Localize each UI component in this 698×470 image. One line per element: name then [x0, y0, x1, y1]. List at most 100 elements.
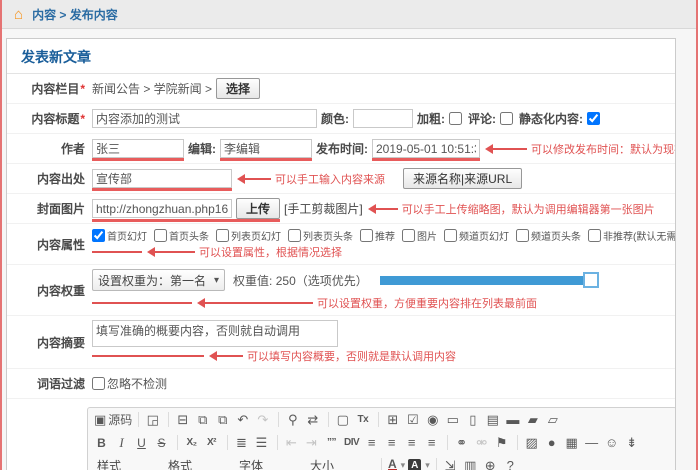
checkbox-input[interactable] — [516, 229, 529, 242]
title-input[interactable] — [92, 109, 317, 128]
div-container-icon[interactable]: DIV — [343, 434, 362, 451]
toolbar-separator — [278, 412, 279, 427]
paste-icon[interactable]: ⧉ — [194, 411, 213, 428]
image-button-icon[interactable]: ▰ — [524, 411, 543, 428]
breadcrumb[interactable]: 内容 > 发布内容 — [32, 6, 118, 23]
ignore-check-checkbox[interactable]: 忽略不检测 — [92, 375, 167, 392]
summary-textarea[interactable]: 填写准确的概要内容，否则就自动调用 — [92, 320, 338, 347]
flash-icon[interactable]: ● — [543, 434, 562, 451]
cover-url-input[interactable] — [92, 199, 232, 218]
weight-slider-handle[interactable] — [583, 272, 599, 288]
bg-color-icon[interactable]: A — [407, 457, 431, 470]
paste-from-word-icon[interactable]: ⧉ — [214, 411, 233, 428]
unlink-icon[interactable]: ⚮ — [473, 434, 492, 451]
radio-icon[interactable]: ◉ — [424, 411, 443, 428]
checkbox-input[interactable] — [288, 229, 301, 242]
checkbox-input[interactable] — [360, 229, 373, 242]
size-combo[interactable]: 大小 — [306, 457, 376, 470]
preview-icon[interactable]: ◲ — [144, 411, 163, 428]
styles-combo[interactable]: 样式 — [93, 457, 163, 470]
undo-icon[interactable]: ↶ — [234, 411, 253, 428]
templates-icon[interactable]: ⊟ — [174, 411, 193, 428]
blockquote-icon[interactable]: ”” — [323, 434, 342, 451]
upload-button[interactable]: 上传 — [236, 198, 280, 219]
form-icon[interactable]: ⊞ — [384, 411, 403, 428]
text-color-icon[interactable]: A — [387, 457, 406, 470]
image-icon[interactable]: ▨ — [523, 434, 542, 451]
checkbox-input[interactable] — [154, 229, 167, 242]
checkbox-input[interactable] — [444, 229, 457, 242]
align-right-icon[interactable]: ≡ — [403, 434, 422, 451]
maximize-icon[interactable]: ⇲ — [442, 457, 461, 470]
checkbox-label: 列表页头条 — [303, 228, 353, 243]
align-center-icon[interactable]: ≡ — [383, 434, 402, 451]
horizontal-rule-icon[interactable]: ― — [583, 434, 602, 451]
select-all-icon[interactable]: ▢ — [334, 411, 353, 428]
checkbox-input[interactable] — [588, 229, 601, 242]
weight-select[interactable]: 设置权重为：第一名 — [92, 269, 225, 291]
show-blocks-icon[interactable]: ▥ — [462, 457, 481, 470]
home-icon[interactable]: ⌂ — [14, 7, 23, 22]
strikethrough-icon[interactable]: S — [153, 434, 172, 451]
content-attribute-checkbox[interactable]: 首页头条 — [154, 228, 209, 243]
format-combo[interactable]: 格式 — [164, 457, 234, 470]
indent-icon[interactable]: ⇥ — [303, 434, 322, 451]
content-attribute-checkbox[interactable]: 频道页幻灯 — [444, 228, 509, 243]
about-icon[interactable]: ? — [502, 457, 521, 470]
source-url-button[interactable]: 来源名称|来源URL — [403, 168, 522, 189]
numbered-list-icon[interactable]: ≣ — [233, 434, 252, 451]
content-attribute-checkbox[interactable]: 首页幻灯 — [92, 228, 147, 243]
smiley-icon[interactable]: ☺ — [603, 434, 622, 451]
globe-icon[interactable]: ⊕ — [482, 457, 501, 470]
outdent-icon[interactable]: ⇤ — [283, 434, 302, 451]
anchor-icon[interactable]: ⚑ — [493, 434, 512, 451]
align-left-icon[interactable]: ≡ — [363, 434, 382, 451]
source-input[interactable] — [92, 169, 232, 188]
checkbox-input[interactable] — [402, 229, 415, 242]
underline-icon[interactable]: U — [133, 434, 152, 451]
text-field-icon[interactable]: ▭ — [444, 411, 463, 428]
replace-icon[interactable]: ⇄ — [304, 411, 323, 428]
static-content-checkbox[interactable] — [587, 112, 600, 125]
weight-slider-bar[interactable] — [380, 276, 585, 285]
content-attribute-checkbox[interactable]: 列表页头条 — [288, 228, 353, 243]
checkbox-icon[interactable]: ☑ — [404, 411, 423, 428]
redo-icon[interactable]: ↷ — [254, 411, 273, 428]
bold-checkbox[interactable] — [449, 112, 462, 125]
checkbox-input[interactable] — [92, 229, 105, 242]
font-combo[interactable]: 字体 — [235, 457, 305, 470]
comment-checkbox[interactable] — [500, 112, 513, 125]
hidden-field-icon[interactable]: ▱ — [544, 411, 563, 428]
checkbox-label: 频道页头条 — [531, 228, 581, 243]
button-icon[interactable]: ▬ — [504, 411, 523, 428]
link-icon[interactable]: ⚭ — [453, 434, 472, 451]
source-icon[interactable]: ▣源码 — [93, 411, 133, 428]
textarea-icon[interactable]: ▯ — [464, 411, 483, 428]
select-category-button[interactable]: 选择 — [216, 78, 260, 99]
align-justify-icon[interactable]: ≡ — [423, 434, 442, 451]
page-break-icon[interactable]: ⇟ — [623, 434, 642, 451]
annotation-arrow — [205, 302, 313, 304]
color-input[interactable] — [353, 109, 413, 128]
italic-icon[interactable]: I — [113, 434, 132, 451]
bold-icon[interactable]: B — [93, 434, 112, 451]
remove-format-icon[interactable]: Tx — [354, 411, 373, 428]
editor-input[interactable] — [220, 139, 312, 158]
author-input[interactable] — [92, 139, 184, 158]
content-attribute-checkbox[interactable]: 频道页头条 — [516, 228, 581, 243]
find-icon[interactable]: ⚲ — [284, 411, 303, 428]
left-edge-line — [0, 0, 2, 470]
select-field-icon[interactable]: ▤ — [484, 411, 503, 428]
content-attribute-checkbox[interactable]: 推荐 — [360, 228, 395, 243]
bulleted-list-icon[interactable]: ☰ — [253, 434, 272, 451]
publish-time-input[interactable] — [372, 139, 480, 158]
subscript-icon[interactable]: X₂ — [183, 434, 202, 451]
content-attribute-checkbox[interactable]: 列表页幻灯 — [216, 228, 281, 243]
content-attribute-checkbox[interactable]: 图片 — [402, 228, 437, 243]
table-icon[interactable]: ▦ — [563, 434, 582, 451]
checkbox-input[interactable] — [216, 229, 229, 242]
checkbox-input[interactable] — [92, 377, 105, 390]
content-attribute-checkbox[interactable]: 非推荐(默认无需设置) — [588, 228, 675, 243]
toolbar-separator — [227, 435, 228, 450]
superscript-icon[interactable]: X² — [203, 434, 222, 451]
